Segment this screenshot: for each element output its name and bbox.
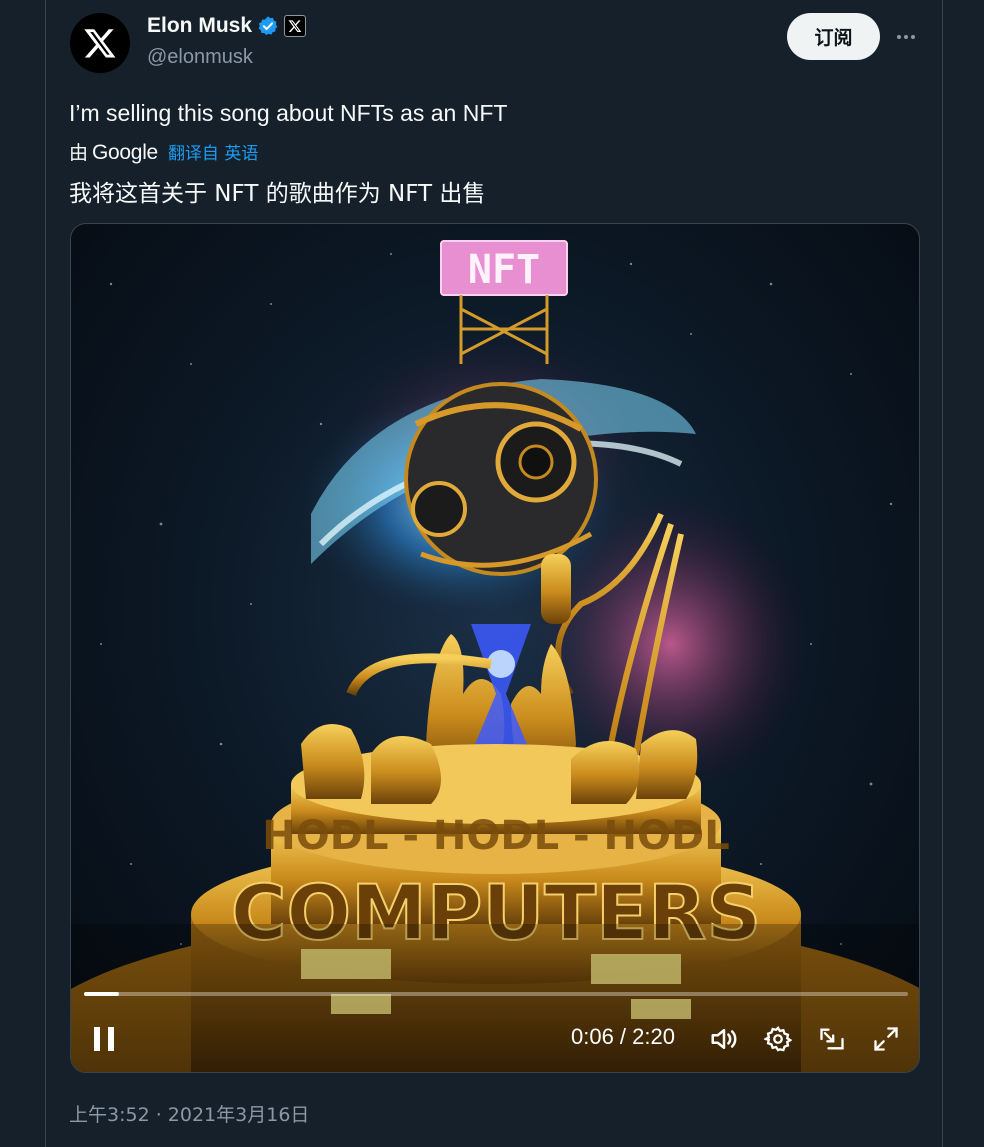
tweet-text: I’m selling this song about NFTs as an N… xyxy=(69,100,508,126)
hodl-ring-text: HODL - HODL - HODL xyxy=(262,813,729,859)
more-horizontal-icon xyxy=(897,35,915,39)
rocket xyxy=(541,554,571,624)
google-logo: Google xyxy=(92,141,158,164)
translation-by-label: 由 xyxy=(69,142,89,164)
settings-button[interactable] xyxy=(761,1022,795,1056)
pause-button[interactable] xyxy=(87,1022,121,1056)
fullscreen-button[interactable] xyxy=(869,1022,903,1056)
nft-sign-text: NFT xyxy=(468,247,540,293)
pause-icon xyxy=(94,1027,114,1051)
progress-fill xyxy=(84,992,120,996)
progress-bar[interactable] xyxy=(84,992,908,996)
verified-badge-icon xyxy=(258,16,278,35)
video-frame: NFT HODL - HODL - HODL COMPUTERS xyxy=(71,240,919,1072)
more-button[interactable] xyxy=(893,24,919,50)
globe xyxy=(404,382,598,576)
video-player[interactable]: NFT HODL - HODL - HODL COMPUTERS 0:06 / … xyxy=(70,223,920,1073)
tweet-timestamp[interactable]: 上午3:52 · 2021年3月16日 xyxy=(69,1100,309,1127)
tweet-container: Elon Musk @elonmusk 订阅 I’m selling this … xyxy=(45,0,943,1147)
author-name-row: Elon Musk xyxy=(147,14,307,38)
settings-icon xyxy=(764,1026,792,1052)
x-logo-icon xyxy=(288,20,302,32)
volume-icon xyxy=(711,1029,737,1049)
translated-from-link[interactable]: 翻译自 英语 xyxy=(168,139,258,164)
translation-attribution: 由 Google 翻译自 英语 xyxy=(69,138,258,165)
volume-button[interactable] xyxy=(707,1022,741,1056)
affiliate-badge[interactable] xyxy=(284,15,307,37)
subscribe-button[interactable]: 订阅 xyxy=(787,13,880,60)
video-time: 0:06 / 2:20 xyxy=(571,1024,675,1049)
pip-button[interactable] xyxy=(815,1022,849,1056)
author-name[interactable]: Elon Musk xyxy=(147,14,252,38)
fullscreen-icon xyxy=(874,1027,898,1051)
avatar[interactable] xyxy=(70,13,130,73)
x-logo-icon xyxy=(84,29,116,58)
pip-icon xyxy=(820,1028,844,1050)
author-handle[interactable]: @elonmusk xyxy=(147,46,253,69)
translated-text: 我将这首关于 NFT 的歌曲作为 NFT 出售 xyxy=(69,181,486,207)
